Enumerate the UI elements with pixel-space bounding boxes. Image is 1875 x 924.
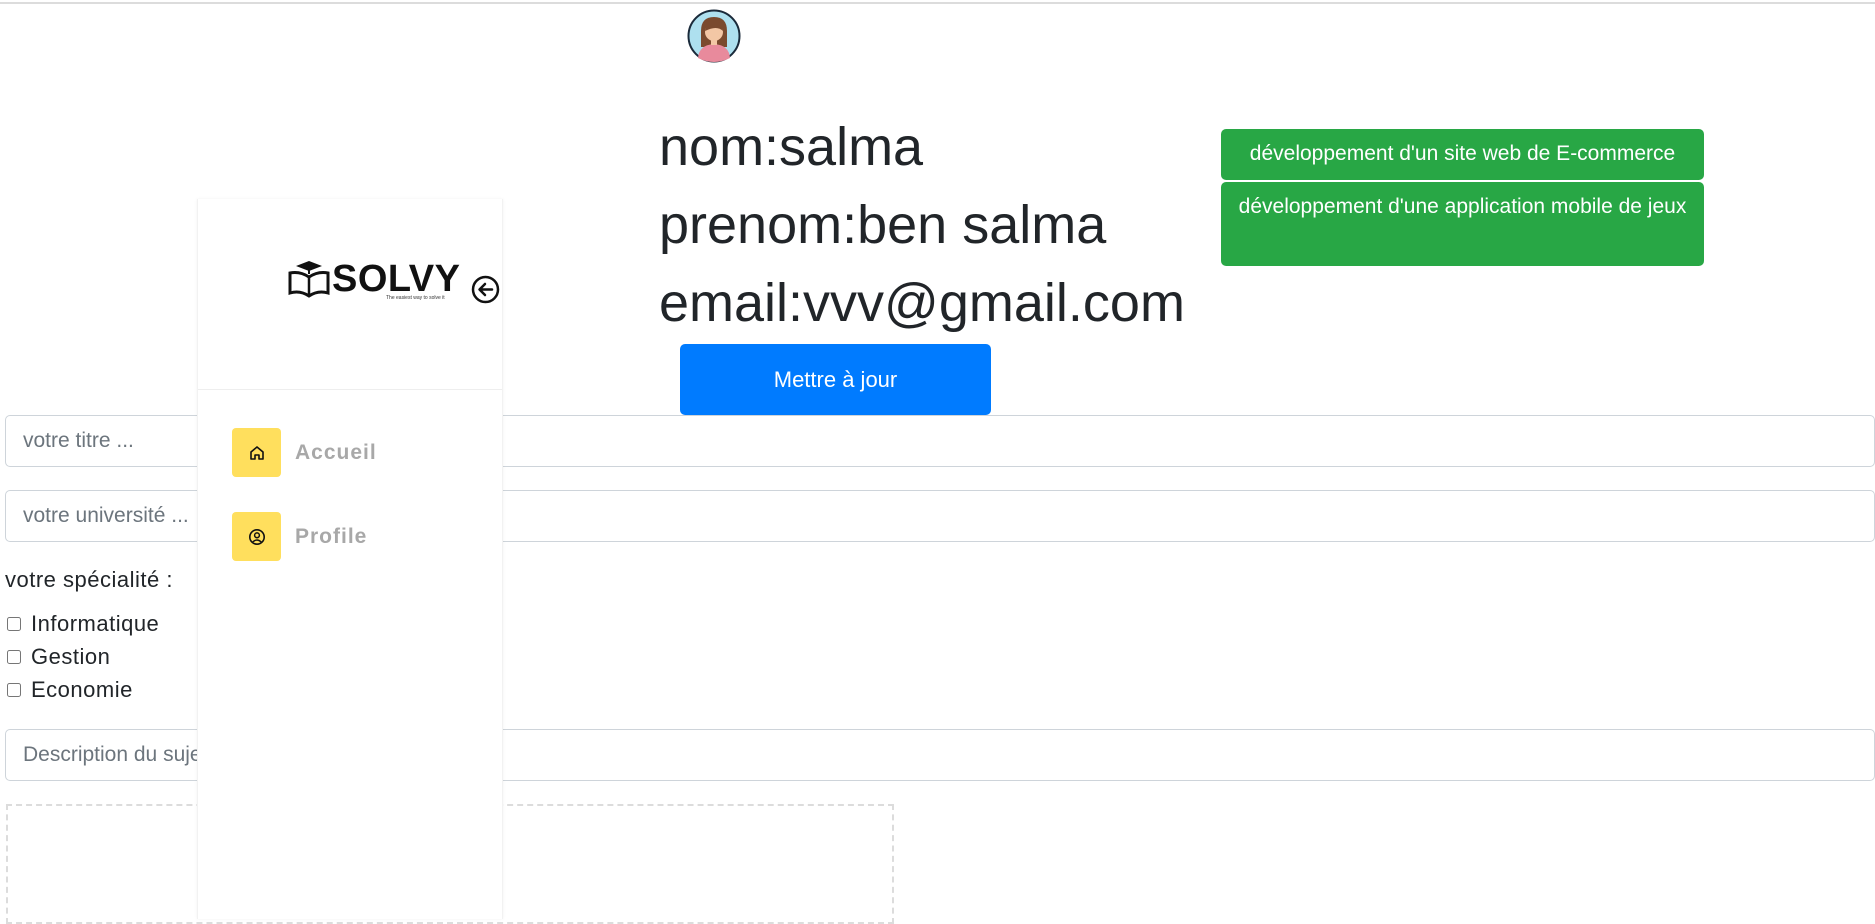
sidebar: SOLVY The easiest way to solve it Accuei… — [197, 199, 503, 919]
profile-info: nom:salma prenom:ben salma email:vvv@gma… — [659, 108, 1185, 342]
specialty-checkbox-gestion[interactable] — [7, 650, 21, 664]
specialty-option-economie[interactable]: Economie — [5, 677, 133, 703]
solvy-logo[interactable]: SOLVY The easiest way to solve it — [286, 257, 461, 301]
sidebar-item-label: Profile — [295, 524, 368, 548]
profile-nom: nom:salma — [659, 117, 924, 177]
update-button[interactable]: Mettre à jour — [680, 344, 991, 415]
specialty-option-gestion[interactable]: Gestion — [5, 644, 110, 670]
logo-text: SOLVY — [332, 258, 461, 300]
arrow-left-circle-icon[interactable] — [471, 275, 500, 304]
specialty-checkbox-informatique[interactable] — [7, 617, 21, 631]
sidebar-item-label: Accueil — [295, 440, 377, 464]
top-divider — [0, 2, 1875, 4]
sidebar-item-accueil[interactable]: Accueil — [232, 428, 377, 477]
specialty-option-label: Economie — [31, 677, 133, 702]
profile-email: email:vvv@gmail.com — [659, 273, 1185, 333]
user-avatar[interactable] — [687, 9, 741, 63]
specialty-checkbox-economie[interactable] — [7, 683, 21, 697]
user-circle-icon — [232, 512, 281, 561]
specialty-option-label: Informatique — [31, 611, 160, 636]
logo-tagline: The easiest way to solve it — [386, 295, 445, 301]
sidebar-header: SOLVY The easiest way to solve it — [198, 199, 502, 390]
book-cap-icon — [288, 261, 330, 298]
home-icon — [232, 428, 281, 477]
profile-prenom: prenom:ben salma — [659, 195, 1107, 255]
specialty-label: votre spécialité : — [5, 567, 173, 592]
sidebar-item-profile[interactable]: Profile — [232, 512, 367, 561]
specialty-option-informatique[interactable]: Informatique — [5, 611, 159, 637]
specialty-option-label: Gestion — [31, 644, 111, 669]
project-button-ecommerce[interactable]: développement d'un site web de E-commerc… — [1221, 129, 1704, 180]
project-button-mobile-game[interactable]: développement d'une application mobile d… — [1221, 182, 1704, 266]
